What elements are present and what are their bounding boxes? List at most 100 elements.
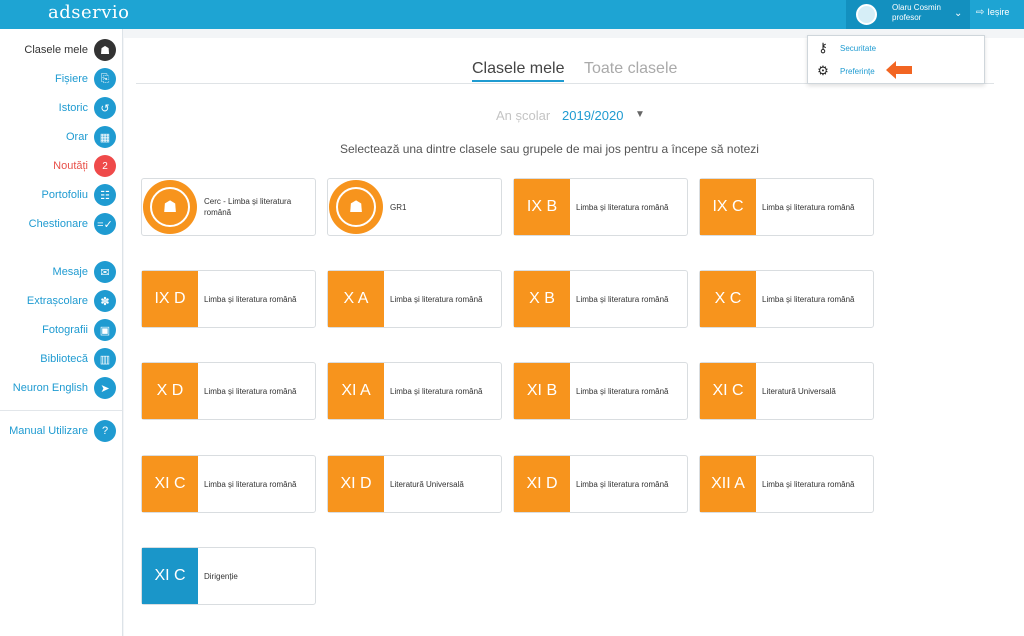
class-badge: XI D bbox=[328, 456, 384, 512]
sidebar-item-noutati[interactable]: Noutăți 2 bbox=[53, 154, 116, 178]
class-subject: GR1 bbox=[390, 202, 407, 212]
sidebar-item-label: Neuron English bbox=[12, 382, 88, 394]
sidebar-item-label: Noutăți bbox=[53, 160, 88, 172]
chevron-down-icon[interactable]: ⌄ bbox=[954, 8, 962, 19]
sidebar-item-chestionare[interactable]: Chestionare =✓ bbox=[29, 212, 116, 236]
sidebar-divider bbox=[0, 410, 122, 411]
paperclip-icon: ⎘ bbox=[94, 68, 116, 90]
sidebar-item-label: Orar bbox=[66, 131, 88, 143]
notification-badge: 2 bbox=[94, 155, 116, 177]
paper-plane-icon: ➤ bbox=[94, 377, 116, 399]
class-badge: XI A bbox=[328, 363, 384, 419]
class-subject: Limba și literatura română bbox=[390, 386, 483, 396]
class-card[interactable]: XI C Limba și literatura română bbox=[141, 455, 316, 513]
sidebar-item-label: Istoric bbox=[58, 102, 88, 114]
class-subject: Limba și literatura română bbox=[576, 479, 669, 489]
main-content: Clasele mele Toate clasele An școlar 201… bbox=[124, 38, 1024, 636]
group-badge: ☗ bbox=[329, 180, 383, 234]
tab-clasele-mele[interactable]: Clasele mele bbox=[472, 60, 565, 82]
class-badge: XI C bbox=[142, 548, 198, 604]
class-subject: Limba și literatura română bbox=[204, 294, 297, 304]
class-subject: Limba și literatura română bbox=[576, 202, 669, 212]
sidebar-item-fotografii[interactable]: Fotografii ▣ bbox=[42, 318, 116, 342]
group-badge: ☗ bbox=[143, 180, 197, 234]
tab-toate-clasele[interactable]: Toate clasele bbox=[584, 60, 677, 78]
class-badge: XI C bbox=[700, 363, 756, 419]
class-card[interactable]: IX C Limba și literatura română bbox=[699, 178, 874, 236]
library-icon: ▥ bbox=[94, 348, 116, 370]
class-subject: Literatură Universală bbox=[762, 386, 836, 396]
class-card[interactable]: X B Limba și literatura română bbox=[513, 270, 688, 328]
user-name: Olaru Cosmin bbox=[892, 3, 941, 12]
class-subject: Cerc - Limba și literatura română bbox=[204, 197, 292, 217]
portfolio-icon: ☷ bbox=[94, 184, 116, 206]
caret-down-icon[interactable]: ▼ bbox=[635, 109, 645, 120]
class-card[interactable]: ☗ Cerc - Limba și literatura română bbox=[141, 178, 316, 236]
pointer-arrow-icon bbox=[886, 61, 912, 79]
sidebar-item-label: Bibliotecă bbox=[40, 353, 88, 365]
sidebar: Clasele mele ☗ Fișiere ⎘ Istoric ↺ Orar … bbox=[0, 29, 123, 636]
sidebar-item-fisiere[interactable]: Fișiere ⎘ bbox=[55, 67, 116, 91]
class-badge: XII A bbox=[700, 456, 756, 512]
sidebar-item-orar[interactable]: Orar ▦ bbox=[66, 125, 116, 149]
sidebar-item-biblioteca[interactable]: Bibliotecă ▥ bbox=[40, 347, 116, 371]
class-card[interactable]: ☗ GR1 bbox=[327, 178, 502, 236]
user-role: profesor bbox=[892, 13, 922, 22]
class-card[interactable]: XI C Dirigenție bbox=[141, 547, 316, 605]
sidebar-item-mesaje[interactable]: Mesaje ✉ bbox=[53, 260, 116, 284]
menu-item-label: Securitate bbox=[840, 43, 877, 53]
school-year-select[interactable]: 2019/2020 bbox=[562, 108, 623, 123]
class-card[interactable]: X A Limba și literatura română bbox=[327, 270, 502, 328]
class-card[interactable]: X C Limba și literatura română bbox=[699, 270, 874, 328]
class-badge: IX D bbox=[142, 271, 198, 327]
logo[interactable]: adservio bbox=[48, 2, 130, 23]
user-menu[interactable]: Olaru Cosmin profesor ⌄ bbox=[846, 0, 970, 29]
sidebar-item-manual-utilizare[interactable]: Manual Utilizare ? bbox=[9, 419, 116, 443]
calendar-icon: ▦ bbox=[94, 126, 116, 148]
class-card[interactable]: XI B Limba și literatura română bbox=[513, 362, 688, 420]
class-badge: XI C bbox=[142, 456, 198, 512]
class-subject: Limba și literatura română bbox=[762, 294, 855, 304]
envelope-icon: ✉ bbox=[94, 261, 116, 283]
logout-button[interactable]: ⇨ Ieșire bbox=[976, 7, 1009, 18]
school-year-label: An școlar bbox=[496, 108, 551, 123]
sidebar-item-extrascolare[interactable]: Extrașcolare ✽ bbox=[27, 289, 116, 313]
questionnaire-icon: =✓ bbox=[94, 213, 116, 235]
keys-icon: ⚷ bbox=[818, 40, 828, 55]
class-subject: Limba și literatura română bbox=[204, 479, 297, 489]
history-icon: ↺ bbox=[94, 97, 116, 119]
class-card[interactable]: X D Limba și literatura română bbox=[141, 362, 316, 420]
activities-icon: ✽ bbox=[94, 290, 116, 312]
sidebar-item-label: Portofoliu bbox=[41, 189, 88, 201]
class-subject: Limba și literatura română bbox=[762, 479, 855, 489]
class-badge: IX C bbox=[700, 179, 756, 235]
class-badge: IX B bbox=[514, 179, 570, 235]
class-card[interactable]: XII A Limba și literatura română bbox=[699, 455, 874, 513]
class-badge: XI D bbox=[514, 456, 570, 512]
class-badge: X C bbox=[700, 271, 756, 327]
class-card[interactable]: XI A Limba și literatura română bbox=[327, 362, 502, 420]
sidebar-item-clasele-mele[interactable]: Clasele mele ☗ bbox=[24, 38, 116, 62]
class-card[interactable]: XI D Limba și literatura română bbox=[513, 455, 688, 513]
menu-item-preferinte[interactable]: ⚙ Preferințe bbox=[814, 61, 875, 81]
top-bar: adservio Olaru Cosmin profesor ⌄ ⇨ Ieșire bbox=[0, 0, 1024, 29]
instruction-text: Selectează una dintre clasele sau grupel… bbox=[340, 142, 759, 156]
class-subject: Dirigenție bbox=[204, 571, 238, 581]
sidebar-item-label: Extrașcolare bbox=[26, 295, 88, 307]
class-card[interactable]: IX D Limba și literatura română bbox=[141, 270, 316, 328]
sidebar-item-neuron-english[interactable]: Neuron English ➤ bbox=[13, 376, 116, 400]
gears-icon: ⚙ bbox=[817, 63, 829, 78]
graduation-group-icon: ☗ bbox=[150, 187, 190, 227]
class-subject: Limba și literatura română bbox=[576, 386, 669, 396]
graduation-group-icon: ☗ bbox=[336, 187, 376, 227]
class-card[interactable]: XI D Literatură Universală bbox=[327, 455, 502, 513]
class-badge: X D bbox=[142, 363, 198, 419]
menu-item-securitate[interactable]: ⚷ Securitate bbox=[814, 38, 876, 58]
class-card[interactable]: XI C Literatură Universală bbox=[699, 362, 874, 420]
sidebar-item-istoric[interactable]: Istoric ↺ bbox=[59, 96, 116, 120]
class-card[interactable]: IX B Limba și literatura română bbox=[513, 178, 688, 236]
sidebar-item-portofoliu[interactable]: Portofoliu ☷ bbox=[42, 183, 116, 207]
sidebar-item-label: Manual Utilizare bbox=[9, 425, 88, 437]
sidebar-item-label: Clasele mele bbox=[24, 44, 88, 56]
class-subject: Literatură Universală bbox=[390, 479, 464, 489]
